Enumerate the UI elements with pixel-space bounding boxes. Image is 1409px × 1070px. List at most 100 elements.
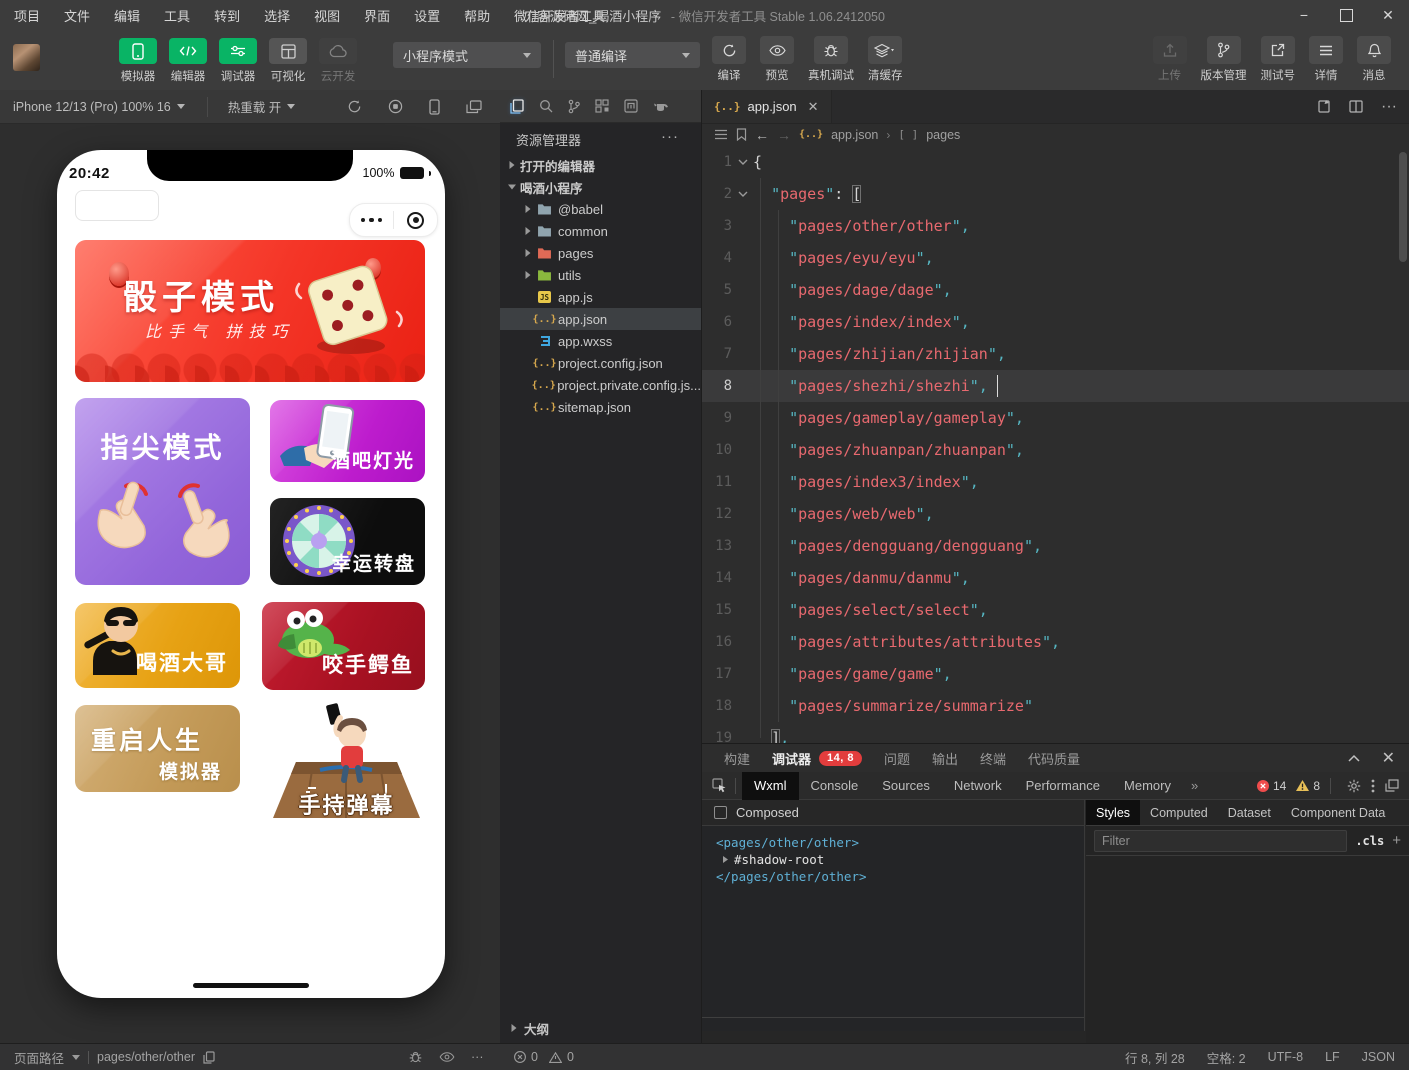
preview-button[interactable]: 预览	[760, 36, 794, 83]
status-error-count[interactable]: 0	[531, 1050, 538, 1064]
editor-toggle-button[interactable]: 编辑器	[168, 38, 208, 84]
code-line-2[interactable]: 2 "pages": [	[702, 178, 1409, 210]
device-debug-button[interactable]: 真机调试	[808, 36, 854, 83]
debugger-toggle-button[interactable]: 调试器	[218, 38, 258, 84]
explorer-more-icon[interactable]: ···	[661, 128, 679, 145]
code-area[interactable]: 1{2 "pages": [3 "pages/other/other",4 "p…	[702, 146, 1409, 743]
settings-gear-icon[interactable]	[1347, 779, 1361, 793]
styles-tab-styles[interactable]: Styles	[1086, 800, 1140, 825]
tile-croc-bite[interactable]: 咬手鳄鱼	[262, 602, 425, 690]
menu-item-界面[interactable]: 界面	[364, 6, 390, 25]
open-changes-icon[interactable]	[1317, 99, 1331, 114]
close-panel-icon[interactable]: ✕	[1382, 748, 1395, 768]
fold-icon[interactable]	[732, 159, 753, 166]
outline-section[interactable]: 大纲	[500, 1017, 701, 1039]
plugin-teapot-icon[interactable]	[653, 100, 669, 112]
panel-tab-输出[interactable]: 输出	[932, 749, 958, 768]
styles-tab-dataset[interactable]: Dataset	[1218, 800, 1281, 825]
fold-icon[interactable]	[732, 191, 753, 198]
code-line-6[interactable]: 6 "pages/index/index",	[702, 306, 1409, 338]
tree-item-pages[interactable]: pages	[500, 242, 701, 264]
tree-item-app.json[interactable]: {..}app.json	[500, 308, 701, 330]
eol-setting[interactable]: LF	[1325, 1050, 1340, 1064]
bookmark-icon[interactable]	[736, 128, 747, 141]
wxml-close-tag[interactable]: </pages/other/other>	[716, 868, 1084, 885]
simulator-toggle-button[interactable]: 模拟器	[118, 38, 158, 84]
menu-item-设置[interactable]: 设置	[414, 6, 440, 25]
clear-cache-button[interactable]: 清缓存	[868, 36, 903, 83]
breadcrumb[interactable]: ← → {..} app.json › [ ] pages	[702, 123, 1409, 146]
compile-button[interactable]: 编译	[712, 36, 746, 83]
tree-item-project.private.config.js...[interactable]: {..}project.private.config.js...	[500, 374, 701, 396]
tile-handheld-danmu[interactable]: 手持弹幕	[268, 700, 425, 824]
code-line-5[interactable]: 5 "pages/dage/dage",	[702, 274, 1409, 306]
menu-item-转到[interactable]: 转到	[214, 6, 240, 25]
tile-bar-light[interactable]: 酒吧灯光	[270, 400, 425, 482]
close-tab-icon[interactable]: ✕	[808, 99, 819, 115]
scheme-mode-dropdown[interactable]: 小程序模式	[393, 42, 541, 68]
devtools-tab-sources[interactable]: Sources	[870, 772, 942, 800]
visualization-toggle-button[interactable]: 可视化	[268, 38, 308, 84]
inspect-element-icon[interactable]	[712, 778, 727, 793]
tree-item-project.config.json[interactable]: {..}project.config.json	[500, 352, 701, 374]
more-actions-icon[interactable]: ···	[1381, 98, 1397, 116]
compile-mode-dropdown[interactable]: 普通编译	[565, 42, 700, 68]
wxml-tree[interactable]: <pages/other/other> #shadow-root </pages…	[702, 826, 1084, 885]
user-avatar[interactable]	[13, 44, 40, 71]
cloud-dev-toggle-button[interactable]: 云开发	[318, 38, 358, 84]
tree-item-app.wxss[interactable]: app.wxss	[500, 330, 701, 352]
encoding[interactable]: UTF-8	[1268, 1050, 1303, 1064]
add-style-icon[interactable]: +	[1392, 832, 1401, 849]
tree-item-utils[interactable]: utils	[500, 264, 701, 286]
code-line-3[interactable]: 3 "pages/other/other",	[702, 210, 1409, 242]
details-button[interactable]: 详情	[1309, 36, 1343, 83]
code-line-11[interactable]: 11 "pages/index3/index",	[702, 466, 1409, 498]
maximize-button[interactable]	[1325, 0, 1367, 30]
back-icon[interactable]: ←	[755, 127, 769, 143]
copy-icon[interactable]	[203, 1051, 215, 1064]
code-line-16[interactable]: 16 "pages/attributes/attributes",	[702, 626, 1409, 658]
close-button[interactable]: ✕	[1367, 0, 1409, 30]
code-line-4[interactable]: 4 "pages/eyu/eyu",	[702, 242, 1409, 274]
menu-item-帮助[interactable]: 帮助	[464, 6, 490, 25]
files-icon[interactable]	[510, 99, 524, 114]
restart-icon[interactable]	[347, 99, 362, 114]
styles-tab-computed[interactable]: Computed	[1140, 800, 1218, 825]
more-dots-icon[interactable]	[350, 218, 393, 223]
tree-item-sitemap.json[interactable]: {..}sitemap.json	[500, 396, 701, 418]
devtools-tab-console[interactable]: Console	[799, 772, 871, 800]
multi-window-icon[interactable]	[466, 100, 482, 114]
code-line-14[interactable]: 14 "pages/danmu/danmu",	[702, 562, 1409, 594]
code-line-8[interactable]: 8 "pages/shezhi/shezhi",	[702, 370, 1409, 402]
code-line-9[interactable]: 9 "pages/gameplay/gameplay",	[702, 402, 1409, 434]
tree-section-open-editors[interactable]: 打开的编辑器	[500, 154, 701, 176]
exit-circle-icon[interactable]	[394, 212, 437, 229]
indent-setting[interactable]: 空格: 2	[1207, 1048, 1246, 1067]
code-line-7[interactable]: 7 "pages/zhijian/zhijian",	[702, 338, 1409, 370]
tile-drink-bro[interactable]: 喝酒大哥	[75, 603, 240, 688]
cls-button[interactable]: .cls	[1355, 834, 1384, 848]
more-tabs-icon[interactable]: »	[1191, 778, 1198, 793]
git-icon[interactable]	[568, 99, 580, 114]
collapse-panel-icon[interactable]	[1348, 754, 1360, 762]
panel-tab-代码质量[interactable]: 代码质量	[1028, 749, 1080, 768]
devtools-tab-memory[interactable]: Memory	[1112, 772, 1183, 800]
device-frame-icon[interactable]	[429, 99, 440, 115]
tree-item-common[interactable]: common	[500, 220, 701, 242]
tile-fingertip-mode[interactable]: 指尖模式	[75, 398, 250, 585]
hot-reload-selector[interactable]: 热重载 开	[207, 97, 295, 117]
menu-item-选择[interactable]: 选择	[264, 6, 290, 25]
tile-dice-mode[interactable]: 骰子模式 比手气 拼技巧	[75, 240, 425, 382]
cursor-position[interactable]: 行 8, 列 28	[1125, 1048, 1185, 1067]
menu-item-项目[interactable]: 项目	[14, 6, 40, 25]
status-warning-count[interactable]: 0	[567, 1050, 574, 1064]
code-line-18[interactable]: 18 "pages/summarize/summarize"	[702, 690, 1409, 722]
tile-restart-life[interactable]: 重启人生 模拟器	[75, 705, 240, 792]
wxml-shadow-root[interactable]: #shadow-root	[716, 851, 1084, 868]
undock-icon[interactable]	[1385, 779, 1399, 792]
test-account-button[interactable]: 测试号	[1261, 36, 1296, 83]
wxml-open-tag[interactable]: <pages/other/other>	[716, 834, 1084, 851]
tree-section-project-root[interactable]: 喝酒小程序	[500, 176, 701, 198]
editor-scrollbar[interactable]	[1399, 152, 1407, 262]
forward-icon[interactable]: →	[777, 127, 791, 143]
